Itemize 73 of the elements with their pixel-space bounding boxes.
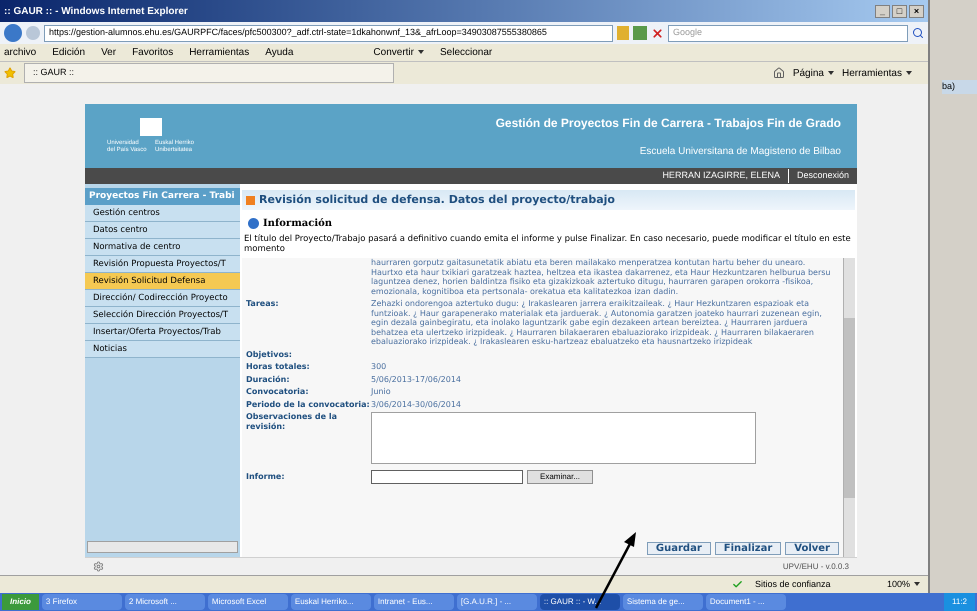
app-title: Gestión de Proyectos Fin de Carrera - Trabajos Fin de Grado	[496, 114, 841, 132]
field-label: Duración:	[246, 374, 290, 384]
sidebar-item[interactable]: Insertar/Oferta Proyectos/Trab	[85, 324, 240, 341]
version-text: UPV/EHU - v.0.0.3	[782, 560, 849, 572]
start-button[interactable]: Inicio	[2, 594, 39, 610]
user-name: HERRAN IZAGIRRE, ELENA	[662, 169, 780, 182]
field-label: Horas totales:	[246, 362, 310, 371]
panel-title: Revisión solicitud de defensa. Datos del proyecto/trabajo	[259, 192, 615, 208]
menu-item[interactable]: archivo	[4, 45, 36, 60]
caret-icon	[828, 70, 834, 75]
window-text: ba)	[942, 80, 977, 94]
caret-icon	[914, 582, 920, 586]
logout-link[interactable]: Desconexión	[788, 169, 849, 183]
field-value: Zehazki ondorengoa aztertuko dugu: ¿ Irakaslearen jarrera eraikitzaileak. ¿ Haur Hezkuntzaren espazioak eta funtzioak. ¿ Haur garapenerako materialak eta jarduerak. ¿ Autonomia garatzen joateko haurrari zuzenean egin, egin dezala gainbegiratu, eta inolako laguntzarik gabe egin dezakeen artean bereiztea. ¿ Haurraren jarduera behatzea eta ulertzeko irizpideak. ¿ Haurraren bilakaeraren ebaluaziorako irizpideak. ¿ Haurraren bilakaeraren ebaluaziorako irizpideak. ¿ Irakaslearen esku-hartzeaz ebaluatzeko eta hausnartzeko irizpideak	[371, 299, 822, 346]
field-value: 3/06/2014-30/06/2014	[371, 400, 462, 408]
menu-item[interactable]: Herramientas	[189, 45, 250, 60]
info-text: El título del Proyecto/Trabajo pasará a definitivo cuando emita el informe y pulse Finalizar. En caso necesario, puede modificar el título en este momento	[243, 234, 852, 254]
window-control-button[interactable]: ×	[909, 4, 924, 18]
field-label: Tareas:	[246, 299, 279, 308]
field-label: Informe:	[246, 472, 285, 482]
menu-item[interactable]: Edición	[52, 45, 86, 60]
zoom-level[interactable]: 100%	[886, 578, 920, 592]
browse-button[interactable]: Examinar...	[527, 470, 594, 484]
clock: 11:2	[944, 593, 975, 611]
school-name: Escuela Universitana de Magisteno de Bilbao	[640, 144, 841, 158]
action-button[interactable]: Finalizar	[714, 542, 782, 555]
sidebar-item[interactable]: Noticias	[85, 341, 240, 358]
gear-icon	[93, 561, 104, 572]
window-title: :: GAUR :: - Windows Internet Explorer	[4, 4, 188, 18]
sidebar-item[interactable]: Datos centro	[85, 222, 240, 239]
check-icon	[732, 579, 743, 590]
sidebar-item[interactable]: Revisión Propuesta Proyectos/T	[85, 256, 240, 273]
sidebar-title: Proyectos Fin Carrera - Trabi	[85, 188, 240, 205]
close-icon[interactable]	[651, 26, 664, 40]
field-value: 300	[371, 362, 386, 371]
caret-icon	[906, 70, 912, 75]
search-icon[interactable]	[912, 27, 924, 39]
convert-button[interactable]: Convertir	[373, 45, 424, 60]
caret-icon	[418, 50, 424, 54]
horizontal-scrollbar[interactable]	[87, 541, 238, 553]
field-label: Objetivos:	[246, 350, 292, 358]
sidebar-item[interactable]: Normativa de centro	[85, 239, 240, 256]
scrollbar-thumb[interactable]	[844, 318, 855, 498]
field-value: haurraren gorputz gaitasunetatik abiatu eta beren mailakako menperatzea kontutan hartu beher du unearo. Haurtxo eta haur txikiari garatzeak haztea, heltzea eta ikastea dakarrenez, eta Haur Hezkuntzaren helburua bersu laguntzea denez, horien baldintza fisiko eta gizakizkoak aztertuko ditugu, haurraren garapen orokorra -fisikoa, emozionala, kognitiboa eta pertsonala- orekatua eta kalitatezkoa izan dadin.	[371, 258, 830, 296]
field-label: Convocatoria:	[246, 387, 309, 396]
address-field[interactable]: https://gestion-alumnos.ehu.es/GAURPFC/faces/pfc500300?_adf.ctrl-state=1dkahonwnf_13&_afrLoop=34903087555380865	[44, 24, 613, 42]
info-icon	[248, 218, 259, 229]
favorites-star-icon[interactable]	[4, 67, 16, 79]
field-label: Periodo de la convocatoria:	[246, 400, 370, 408]
field-label: Observaciones de la revisión:	[246, 412, 337, 430]
page-menu[interactable]: Página	[792, 66, 834, 80]
vertical-scrollbar[interactable]	[843, 258, 855, 557]
field-value: 5/06/2013-17/06/2014	[371, 374, 462, 384]
action-button[interactable]: Guardar	[646, 542, 711, 555]
action-button[interactable]: Volver	[785, 542, 839, 555]
info-heading: Información	[263, 217, 332, 231]
select-button[interactable]: Seleccionar	[440, 45, 492, 60]
menu-item[interactable]: Favoritos	[132, 45, 174, 60]
menu-item[interactable]: Ver	[101, 45, 116, 60]
browser-tab[interactable]: :: GAUR ::	[24, 63, 394, 83]
security-zone: Sitios de confianza	[754, 578, 832, 591]
window-control-button[interactable]: _	[875, 4, 890, 18]
observations-field[interactable]	[371, 412, 756, 464]
file-field[interactable]	[371, 470, 523, 484]
menu-item[interactable]: Ayuda	[265, 45, 294, 60]
tools-menu[interactable]: Herramientas	[842, 66, 912, 80]
sidebar-item[interactable]: Revisión Solicitud Defensa	[85, 273, 240, 290]
field-value: Junio	[371, 387, 391, 396]
sidebar-item[interactable]: Gestión centros	[85, 205, 240, 222]
sidebar-item[interactable]: Selección Dirección Proyectos/T	[85, 307, 240, 324]
home-icon[interactable]	[772, 67, 785, 79]
sidebar-item[interactable]: Dirección/ Codirección Proyecto	[85, 290, 240, 307]
window-control-button[interactable]: □	[892, 4, 907, 18]
